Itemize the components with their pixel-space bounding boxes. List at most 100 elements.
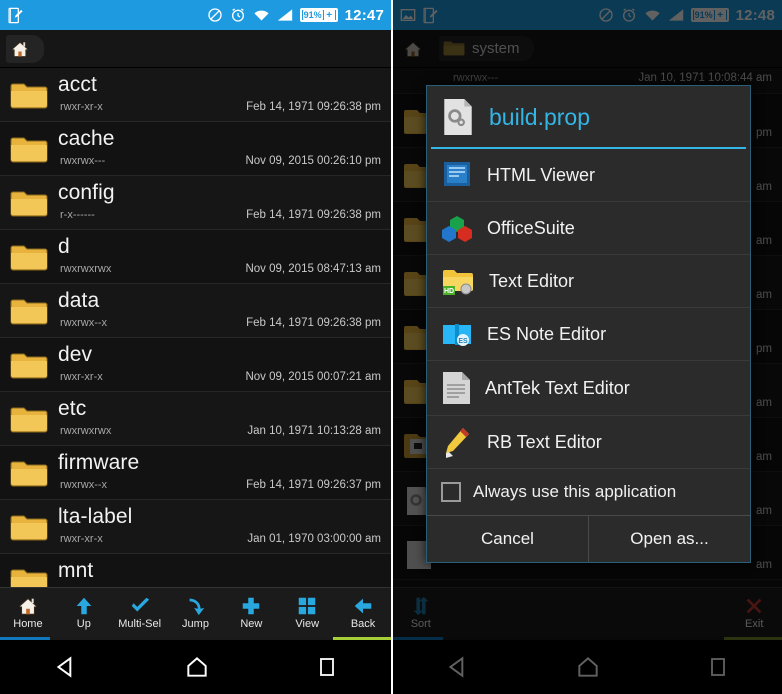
table-row[interactable]: dev rwxr-xr-x Nov 09, 2015 00:07:21 am <box>0 338 391 392</box>
do-not-disturb-icon <box>207 8 222 22</box>
file-permissions: rwxrwx--x <box>60 317 108 329</box>
folder-icon <box>10 353 48 379</box>
toolbar-label: Up <box>76 618 91 630</box>
file-permissions: rwxrwx--x <box>60 479 108 491</box>
officesuite-icon <box>442 216 472 242</box>
table-row[interactable]: mnt <box>0 554 391 587</box>
status-bar-left: 91% + 12:47 <box>0 0 391 30</box>
app-option-html-viewer[interactable]: HTML Viewer <box>427 149 750 202</box>
file-permissions: rwxrwxrwx <box>60 263 112 275</box>
svg-text:ES: ES <box>458 338 468 345</box>
prop-file-icon <box>444 99 472 135</box>
app-option-text-editor[interactable]: HD Text Editor <box>427 255 750 308</box>
folder-icon <box>10 569 48 587</box>
cancel-button[interactable]: Cancel <box>427 516 588 562</box>
battery-charging: + <box>323 9 335 21</box>
table-row[interactable]: firmware rwxrwx--x Feb 14, 1971 09:26:37… <box>0 446 391 500</box>
home-icon <box>12 41 28 57</box>
plus-icon <box>243 597 260 615</box>
file-date: Feb 14, 1971 09:26:37 pm <box>246 479 381 491</box>
file-date: Nov 09, 2015 08:47:13 am <box>245 263 381 275</box>
always-use-checkbox[interactable] <box>441 482 461 502</box>
open-with-dialog: build.prop HTML Viewer OfficeSuite HD Te… <box>426 85 751 563</box>
jump-arrow-icon <box>189 598 204 616</box>
toolbar-label: New <box>240 618 263 630</box>
toolbar-button-view[interactable]: View <box>279 595 335 630</box>
table-row[interactable]: cache rwxrwx--- Nov 09, 2015 00:26:10 pm <box>0 122 391 176</box>
recents-square-icon[interactable] <box>315 655 339 679</box>
file-date: Feb 14, 1971 09:26:38 pm <box>246 209 381 221</box>
folder-icon <box>10 245 48 271</box>
toolbar-button-new[interactable]: New <box>223 595 279 630</box>
file-name: config <box>58 181 115 204</box>
svg-text:HD: HD <box>444 288 454 295</box>
always-use-label: Always use this application <box>473 482 677 501</box>
table-row[interactable]: d rwxrwxrwx Nov 09, 2015 08:47:13 am <box>0 230 391 284</box>
dual-screenshot: 91% + 12:47 acct rwxr-xr-x Feb 14, 1971 … <box>0 0 782 694</box>
file-name: acct <box>58 73 97 96</box>
battery-level: 91% <box>302 10 323 20</box>
file-date: Nov 09, 2015 00:07:21 am <box>245 371 381 383</box>
app-option-rb-text-editor[interactable]: RB Text Editor <box>427 416 750 469</box>
check-icon <box>131 597 149 612</box>
signal-icon <box>277 9 292 21</box>
home-icon <box>19 598 37 615</box>
toolbar-label: Home <box>13 618 43 630</box>
toolbar-button-multi-sel[interactable]: Multi-Sel <box>112 595 168 630</box>
file-list-left[interactable]: acct rwxr-xr-x Feb 14, 1971 09:26:38 pm … <box>0 68 391 587</box>
pencil-icon <box>446 428 469 458</box>
note-edit-icon <box>8 7 23 23</box>
file-permissions: rwxr-xr-x <box>60 371 103 383</box>
toolbar-label: View <box>295 618 320 630</box>
always-use-row[interactable]: Always use this application <box>427 469 750 515</box>
app-option-officesuite[interactable]: OfficeSuite <box>427 202 750 255</box>
file-permissions: r-x------ <box>60 209 95 221</box>
breadcrumb-home[interactable] <box>6 34 44 63</box>
toolbar-label: Multi-Sel <box>118 618 162 630</box>
file-name: etc <box>58 397 87 420</box>
wifi-icon <box>254 10 269 20</box>
dialog-file-name: build.prop <box>489 103 591 130</box>
toolbar-button-home[interactable]: Home <box>0 595 56 630</box>
app-label: AntTek Text Editor <box>485 377 630 398</box>
file-name: lta-label <box>58 505 133 528</box>
toolbar-button-back[interactable]: Back <box>335 595 391 630</box>
folder-icon <box>10 299 48 325</box>
table-row[interactable]: etc rwxrwxrwx Jan 10, 1971 10:13:28 am <box>0 392 391 446</box>
text-editor-hd-icon: HD <box>443 270 473 295</box>
dialog-buttons: Cancel Open as... <box>427 515 750 562</box>
breadcrumb-left <box>0 30 391 68</box>
file-name: data <box>58 289 100 312</box>
open-as-button[interactable]: Open as... <box>588 516 750 562</box>
folder-icon <box>10 191 48 217</box>
file-date: Nov 09, 2015 00:26:10 pm <box>245 155 381 167</box>
es-note-editor-icon: ES <box>443 324 471 346</box>
toolbar-button-up[interactable]: Up <box>56 595 112 630</box>
file-date: Jan 10, 1971 10:13:28 am <box>247 425 381 437</box>
phone-screen-left: 91% + 12:47 acct rwxr-xr-x Feb 14, 1971 … <box>0 0 391 694</box>
table-row[interactable]: config r-x------ Feb 14, 1971 09:26:38 p… <box>0 176 391 230</box>
folder-icon <box>10 461 48 487</box>
arrow-left-icon <box>354 598 372 614</box>
toolbar-label: Back <box>350 618 376 630</box>
toolbar-button-jump[interactable]: Jump <box>168 595 224 630</box>
grid-view-icon <box>298 597 316 615</box>
app-option-anttek-text-editor[interactable]: AntTek Text Editor <box>427 361 750 416</box>
file-name: firmware <box>58 451 140 474</box>
app-label: Text Editor <box>489 270 575 291</box>
table-row[interactable]: lta-label rwxr-xr-x Jan 01, 1970 03:00:0… <box>0 500 391 554</box>
arrow-up-icon <box>76 597 92 615</box>
app-option-es-note-editor[interactable]: ES ES Note Editor <box>427 308 750 361</box>
file-date: Feb 14, 1971 09:26:38 pm <box>246 101 381 113</box>
file-permissions: rwxrwxrwx <box>60 425 112 437</box>
file-name: dev <box>58 343 93 366</box>
folder-icon <box>10 515 48 541</box>
phone-screen-right: 91% + 12:48 system <box>391 0 782 694</box>
table-row[interactable]: data rwxrwx--x Feb 14, 1971 09:26:38 pm <box>0 284 391 338</box>
back-triangle-icon[interactable] <box>53 654 79 680</box>
toolbar-label: Jump <box>182 618 209 630</box>
table-row[interactable]: acct rwxr-xr-x Feb 14, 1971 09:26:38 pm <box>0 68 391 122</box>
file-permissions: rwxr-xr-x <box>60 101 103 113</box>
bottom-toolbar-left: Home Up Multi-Sel Jump New View Back <box>0 587 391 637</box>
home-pentagon-icon[interactable] <box>184 654 210 680</box>
